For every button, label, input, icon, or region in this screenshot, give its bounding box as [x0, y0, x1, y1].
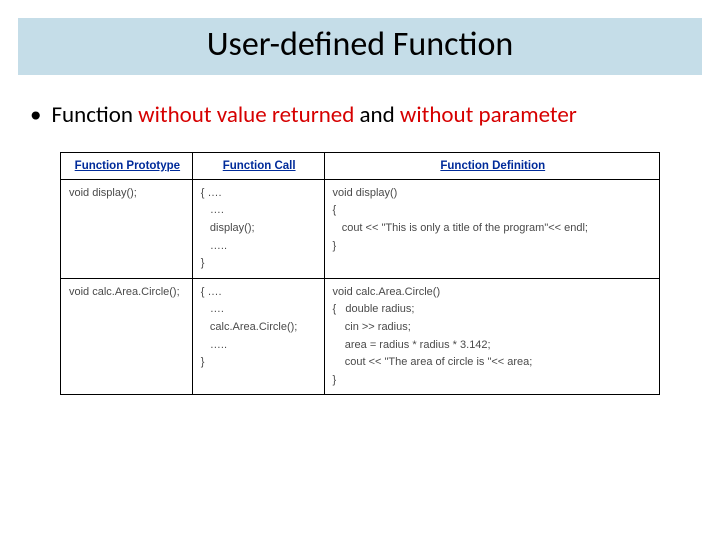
table-header-row: Function Prototype Function Call Functio… — [61, 152, 660, 179]
bullet-pre: Function — [51, 101, 138, 129]
bullet-item: • Function without value returned and wi… — [28, 101, 692, 130]
slide-title: User-defined Function — [18, 24, 702, 65]
code-prototype: void calc.Area.Circle(); — [69, 284, 186, 302]
cell-prototype: void display(); — [61, 179, 193, 278]
code-prototype: void display(); — [69, 185, 186, 203]
title-bar: User-defined Function — [18, 18, 702, 75]
code-definition: void display() { cout << "This is only a… — [333, 185, 653, 255]
code-definition: void calc.Area.Circle() { double radius;… — [333, 284, 653, 390]
cell-prototype: void calc.Area.Circle(); — [61, 278, 193, 395]
function-table-wrap: Function Prototype Function Call Functio… — [60, 152, 660, 396]
table-row: void calc.Area.Circle(); { …. …. calc.Ar… — [61, 278, 660, 395]
bullet-mid: and — [354, 101, 400, 129]
function-table: Function Prototype Function Call Functio… — [60, 152, 660, 396]
code-call: { …. …. calc.Area.Circle(); ….. } — [201, 284, 318, 372]
cell-definition: void calc.Area.Circle() { double radius;… — [324, 278, 659, 395]
bullet-hl1: without value returned — [138, 101, 354, 129]
table-row: void display(); { …. …. display(); ….. }… — [61, 179, 660, 278]
cell-call: { …. …. calc.Area.Circle(); ….. } — [192, 278, 324, 395]
cell-definition: void display() { cout << "This is only a… — [324, 179, 659, 278]
header-definition: Function Definition — [324, 152, 659, 179]
bullet-dot-icon: • — [30, 101, 41, 129]
header-call: Function Call — [192, 152, 324, 179]
cell-call: { …. …. display(); ….. } — [192, 179, 324, 278]
code-call: { …. …. display(); ….. } — [201, 185, 318, 273]
bullet-text: Function without value returned and with… — [51, 101, 576, 130]
header-prototype: Function Prototype — [61, 152, 193, 179]
bullet-hl2: without parameter — [400, 101, 577, 129]
bullet-block: • Function without value returned and wi… — [28, 101, 692, 130]
